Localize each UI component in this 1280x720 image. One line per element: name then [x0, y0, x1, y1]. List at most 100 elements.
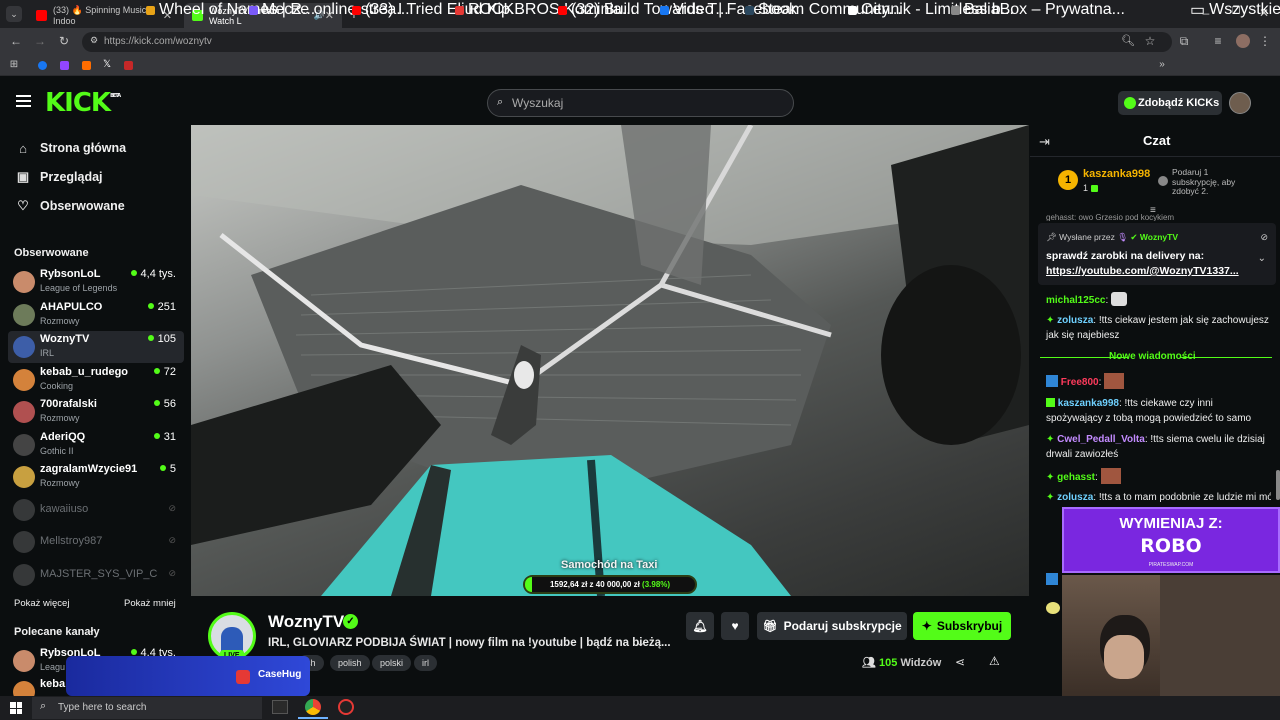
chat-message: ✦ Cwel_Pedall_Volta: !tts siema cwelu il… [1046, 434, 1265, 460]
followed-channel[interactable]: Mellstroy987 ⊘ [8, 526, 184, 558]
chat-username[interactable]: zolusza [1057, 492, 1093, 503]
chat-scrollbar[interactable] [1276, 470, 1280, 500]
stream-tag[interactable]: polski [372, 655, 412, 671]
followed-channel[interactable]: AderiQQ Gothic II 31 [8, 429, 184, 461]
share-icon[interactable]: ⋖ [955, 655, 965, 669]
notification-button[interactable]: 🔔︎ [686, 612, 714, 640]
stream-tag[interactable]: polish [330, 655, 370, 671]
back-icon[interactable]: ← [8, 34, 24, 48]
followed-channel[interactable]: RybsonLoL League of Legends 4,4 tys. [8, 266, 184, 298]
chat-username[interactable]: gehasst [1057, 472, 1095, 483]
badge-icon: ✦ [1046, 492, 1055, 503]
apps-icon[interactable]: ⊞ [8, 59, 20, 70]
channel-category: Rozmowy [40, 315, 80, 326]
site-info-icon[interactable]: ⚙ [88, 35, 100, 46]
viewers-label: Widzów [900, 657, 942, 669]
forward-icon[interactable]: → [32, 34, 48, 48]
followed-channel[interactable]: kebab_u_rudego Cooking 72 [8, 364, 184, 396]
profile-avatar[interactable] [1236, 34, 1250, 48]
chat-username[interactable]: Cwel_Pedall_Volta [1057, 434, 1145, 445]
gift-subscription-button[interactable]: 🎁︎ Podaruj subskrypcje [757, 612, 907, 640]
kicks-icon [1124, 97, 1136, 109]
x-icon[interactable]: 𝕏 [103, 59, 111, 70]
viewer-count: 4,4 tys. [131, 268, 176, 280]
chat-username[interactable]: zolusza [1057, 315, 1093, 326]
gift-icon: 🎁︎ [762, 619, 778, 633]
avatar [13, 498, 35, 521]
viewer-count: 31 [154, 431, 176, 443]
followed-channel[interactable]: zagralamWzycie91 Rozmowy 5 [8, 461, 184, 493]
windows-start-icon[interactable] [10, 702, 22, 714]
facebook-icon[interactable] [38, 61, 47, 70]
chat-username[interactable]: kaszanka998 [1058, 398, 1119, 409]
twitch-icon[interactable] [60, 61, 69, 70]
bookmark-icon[interactable] [124, 61, 133, 70]
bookmark-icon[interactable] [82, 61, 91, 70]
followed-channel[interactable]: 700rafalski Rozmowy 56 [8, 396, 184, 428]
chat-username[interactable]: Free800 [1061, 377, 1099, 388]
nav-browse[interactable]: ▣ Przeglądaj [14, 166, 103, 188]
subscribe-button[interactable]: ✦ Subskrybuj [913, 612, 1011, 640]
zoom-icon[interactable]: 🔍︎ [1120, 34, 1136, 47]
bookmark-item[interactable]: BaliaBox – Prywatna... [951, 1, 1125, 18]
bookmark-label: BaliaBox – Prywatna... [964, 1, 1125, 18]
report-icon[interactable]: ⚠ [989, 654, 1000, 668]
star-icon[interactable]: ☆ [1142, 34, 1158, 48]
tab-search-icon[interactable]: ⌄ [6, 6, 22, 22]
streamer-name[interactable]: WoznyTV [268, 612, 344, 632]
stream-tag[interactable]: irl [414, 655, 437, 671]
gift-label: Podaruj subskrypcje [783, 619, 902, 633]
chevron-down-icon[interactable]: ⌄ [636, 636, 645, 649]
reload-icon[interactable]: ↻ [56, 34, 72, 48]
taskbar-search[interactable]: Type here to search [32, 697, 262, 719]
leader-promo: Podaruj 1 subskrypcję, aby zdobyć 2. [1172, 167, 1236, 196]
channel-name: RybsonLoL [40, 268, 101, 280]
menu-icon[interactable]: ⋮ [1258, 34, 1272, 48]
followed-channel[interactable]: MAJSTER_SYS_VIP_C ⊘ [8, 559, 184, 591]
kick-logo[interactable]: KICKBETA [45, 88, 121, 118]
video-player[interactable] [191, 125, 1029, 596]
chevron-right-icon[interactable]: » [1156, 59, 1168, 70]
followed-channel[interactable]: kawaiiuso ⊘ [8, 494, 184, 526]
pin-icon: 📌︎ [1046, 232, 1057, 242]
terminal-icon[interactable] [272, 700, 288, 714]
mic-icon: 🎙︎ [1117, 232, 1129, 242]
app-icon[interactable] [338, 699, 354, 715]
collapse-chat-icon[interactable]: ⇥ [1039, 134, 1050, 150]
user-avatar[interactable] [1229, 92, 1251, 114]
channel-name: MAJSTER_SYS_VIP_C [40, 567, 158, 580]
channel-name: kebab_u_rudego [40, 365, 129, 378]
folder-icon: ▭ [1190, 2, 1206, 19]
channel-category: IRL [40, 348, 55, 358]
emote-icon [1111, 292, 1128, 306]
verified-icon: ✓ [343, 614, 358, 629]
unpin-icon[interactable]: ⊘ [1260, 232, 1268, 243]
channel-name: keba [40, 678, 66, 690]
url-field[interactable]: https://kick.com/woznytv [82, 32, 1172, 52]
media-icon[interactable]: ≡ [1210, 34, 1226, 48]
search-input[interactable]: Wyszukaj [487, 89, 794, 117]
leader-name[interactable]: kaszanka998 [1083, 168, 1150, 180]
chrome-icon[interactable] [305, 699, 321, 715]
avatar [13, 368, 35, 391]
avatar [13, 336, 35, 358]
nav-home[interactable]: ⌂ Strona główna [14, 137, 126, 159]
show-more-link[interactable]: Pokaż więcej [14, 598, 69, 609]
pinned-link[interactable]: https://youtube.com/@WoznyTV1337... [1046, 265, 1239, 277]
nav-following[interactable]: ♡ Obserwowane [14, 195, 125, 217]
chat-username[interactable]: michal125cc [1046, 295, 1106, 306]
all-bookmarks[interactable]: ▭Wszystkie zakładki [1190, 1, 1280, 19]
video-goal-bar: 1592,64 zł z 40 000,00 zł (3.98%) [523, 575, 697, 594]
pinned-by-label: Wysłane przez [1059, 232, 1115, 242]
followed-channel[interactable]: WoznyTV IRL 105 [8, 331, 184, 363]
emote-icon [1100, 468, 1121, 484]
chevron-down-icon[interactable]: ⌄ [1258, 253, 1266, 264]
follow-button[interactable]: ♥ [721, 612, 749, 640]
show-less-link[interactable]: Pokaż mniej [124, 598, 176, 609]
followed-channel[interactable]: AHAPULCO Rozmowy 251 [8, 299, 184, 331]
goal-progress-fill [525, 577, 532, 592]
chat-title: Czat [1143, 133, 1171, 148]
extensions-icon[interactable]: ⧉ [1176, 34, 1192, 49]
hamburger-menu-icon[interactable] [16, 95, 31, 107]
avatar [13, 433, 35, 456]
